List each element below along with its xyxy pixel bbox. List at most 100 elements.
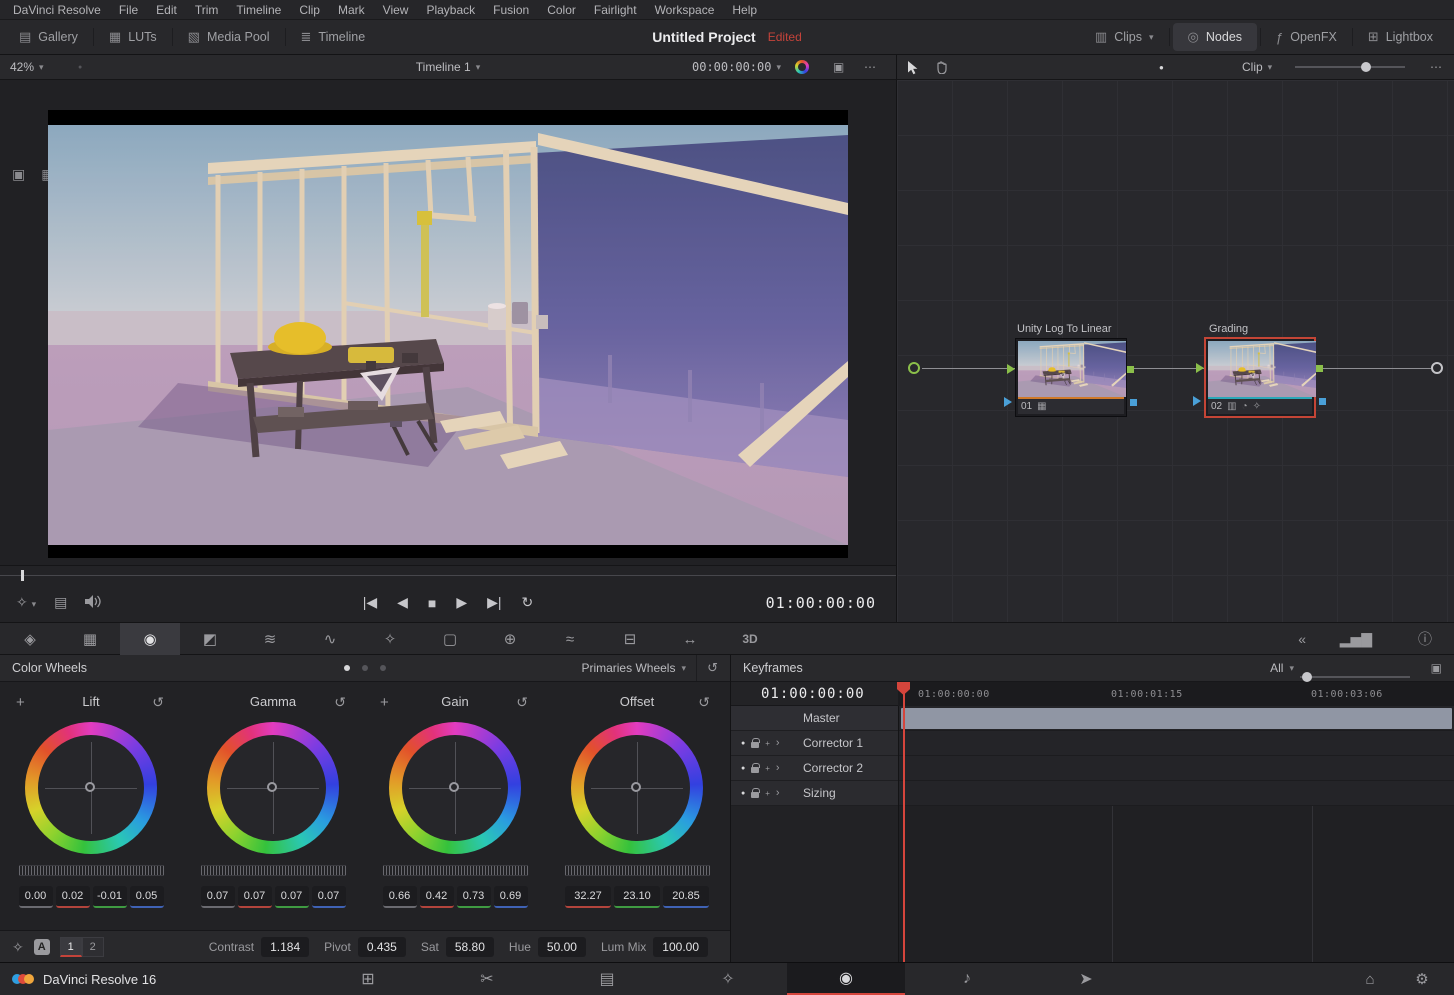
page-deliver[interactable]: ➤ <box>1058 963 1114 995</box>
luts-button[interactable]: ▦ LUTs <box>94 20 172 54</box>
slider-thumb[interactable] <box>1302 672 1312 682</box>
video-viewer[interactable] <box>48 110 848 558</box>
settings-gear-icon[interactable]: ⚙ <box>1410 963 1434 995</box>
node-graph[interactable]: Unity Log To Linear 01 ▦ Grading <box>897 80 1454 625</box>
gain-b-value[interactable]: 0.69 <box>494 886 528 908</box>
auto-balance-badge[interactable]: A <box>34 939 50 955</box>
gamma-wheel-indicator[interactable] <box>267 782 277 792</box>
chevron-right-icon[interactable]: › <box>776 787 780 799</box>
page-fusion[interactable]: ✧ <box>700 963 756 995</box>
keyframes-track-area[interactable] <box>898 706 1454 962</box>
sat-value[interactable]: 58.80 <box>446 937 494 957</box>
timeline-button[interactable]: ≣ Timeline <box>286 20 381 54</box>
page-color[interactable]: ◉ <box>787 963 905 995</box>
master-clip-bar[interactable] <box>901 708 1452 729</box>
gain-y-value[interactable]: 0.66 <box>383 886 417 908</box>
project-home-icon[interactable]: ⌂ <box>1358 963 1382 995</box>
gain-r-value[interactable]: 0.42 <box>420 886 454 908</box>
pivot-value[interactable]: 0.435 <box>358 937 406 957</box>
reset-all-icon[interactable]: ↺ <box>696 655 718 681</box>
page-cut[interactable]: ✂ <box>459 963 515 995</box>
offset-wheel-indicator[interactable] <box>631 782 641 792</box>
rgb-output-connector[interactable] <box>1316 365 1323 372</box>
menu-workspace[interactable]: Workspace <box>646 3 724 17</box>
offset-b-value[interactable]: 20.85 <box>663 886 709 908</box>
page-dots[interactable] <box>344 655 386 681</box>
key-input-connector[interactable] <box>1193 396 1201 406</box>
color-picker-icon[interactable]: ✧ ▾ <box>16 594 36 611</box>
keyframes-ruler[interactable]: 01:00:00:00 01:00:01:15 01:00:03:06 <box>898 682 1454 706</box>
keyframe-diamond-icon[interactable]: + <box>765 739 770 748</box>
lock-icon[interactable] <box>751 767 759 773</box>
menu-help[interactable]: Help <box>723 3 766 17</box>
track-row-sizing[interactable]: ● + › Sizing <box>731 781 898 806</box>
menu-color[interactable]: Color <box>538 3 585 17</box>
menu-app[interactable]: DaVinci Resolve <box>4 3 110 17</box>
node-mode-select[interactable]: Clip ▾ <box>1242 55 1272 79</box>
clips-button[interactable]: ▥ Clips ▾ <box>1080 20 1169 54</box>
lock-icon[interactable] <box>751 742 759 748</box>
play-reverse-button[interactable]: ◀ <box>397 594 408 611</box>
gain-g-value[interactable]: 0.73 <box>457 886 491 908</box>
split-screen-icon[interactable]: « <box>1298 623 1306 655</box>
corrector-node-1[interactable]: 01 ▦ <box>1015 338 1127 417</box>
corrector-2-track[interactable] <box>899 756 1454 781</box>
rgb-mixer-icon[interactable]: ◩ <box>180 623 240 655</box>
key-input-connector[interactable] <box>1004 397 1012 407</box>
contrast-value[interactable]: 1.184 <box>261 937 309 957</box>
corrector-node-2[interactable]: 02 ▥ ◔ ✧ <box>1204 337 1316 418</box>
jump-start-button[interactable]: |◀ <box>363 594 377 611</box>
viewer-options-button[interactable]: ⋯ <box>864 55 876 79</box>
cursor-tool-icon[interactable] <box>907 55 918 79</box>
enable-dot-icon[interactable]: ● <box>741 765 745 772</box>
tracker-icon[interactable]: ⊕ <box>480 623 540 655</box>
key-output-connector[interactable] <box>1319 398 1326 405</box>
source-input-node[interactable] <box>908 362 920 374</box>
keyframes-filter-select[interactable]: All ▾ <box>1270 655 1294 681</box>
lift-wheel-indicator[interactable] <box>85 782 95 792</box>
key-icon[interactable]: ⊟ <box>600 623 660 655</box>
lift-color-wheel[interactable] <box>25 722 157 854</box>
offset-g-value[interactable]: 23.10 <box>614 886 660 908</box>
wheel-page-tab-2[interactable]: 2 <box>82 937 104 957</box>
qualifier-icon[interactable]: ✧ <box>360 623 420 655</box>
rgb-output-connector[interactable] <box>1127 366 1134 373</box>
gamma-y-value[interactable]: 0.07 <box>201 886 235 908</box>
menu-fairlight[interactable]: Fairlight <box>585 3 646 17</box>
reset-gain-icon[interactable]: ↺ <box>516 694 528 711</box>
stereo-3d-icon[interactable]: 3D <box>720 623 780 655</box>
menu-file[interactable]: File <box>110 3 147 17</box>
node-zoom-dot[interactable]: ● <box>1159 55 1164 79</box>
page-fairlight[interactable]: ♪ <box>939 963 995 995</box>
reset-lift-icon[interactable]: ↺ <box>152 694 164 711</box>
lum-mix-value[interactable]: 100.00 <box>653 937 708 957</box>
keyframe-diamond-icon[interactable]: + <box>765 789 770 798</box>
power-windows-icon[interactable]: ▢ <box>420 623 480 655</box>
bypass-grades-button[interactable] <box>795 55 809 79</box>
openfx-button[interactable]: ƒ OpenFX <box>1261 20 1352 54</box>
key-output-connector[interactable] <box>1130 399 1137 406</box>
gamma-r-value[interactable]: 0.07 <box>238 886 272 908</box>
node-options-button[interactable]: ⋯ <box>1430 55 1442 79</box>
sizing-track[interactable] <box>899 781 1454 806</box>
menu-edit[interactable]: Edit <box>147 3 186 17</box>
offset-master-wheel[interactable] <box>565 865 710 876</box>
reset-offset-icon[interactable]: ↺ <box>698 694 710 711</box>
menu-trim[interactable]: Trim <box>186 3 228 17</box>
wheel-page-tab-1[interactable]: 1 <box>60 937 82 957</box>
blur-icon[interactable]: ≈ <box>540 623 600 655</box>
menu-fusion[interactable]: Fusion <box>484 3 538 17</box>
curves-icon[interactable]: ∿ <box>300 623 360 655</box>
viewer-timecode-select[interactable]: 00:00:00:00 ▾ <box>692 55 781 79</box>
lock-icon[interactable] <box>751 792 759 798</box>
viewer-scrub-bar[interactable] <box>0 565 897 583</box>
track-row-corrector-1[interactable]: ● + › Corrector 1 <box>731 731 898 756</box>
node-zoom-slider[interactable] <box>1295 55 1405 79</box>
page-media[interactable]: ⊞ <box>340 963 396 995</box>
motion-effects-icon[interactable]: ≋ <box>240 623 300 655</box>
auto-color-icon[interactable]: ✧ <box>12 939 24 956</box>
layers-icon[interactable]: ▤ <box>54 594 67 611</box>
zoom-select[interactable]: 42% ▾ <box>10 55 44 79</box>
stop-button[interactable]: ■ <box>428 595 436 611</box>
rgb-input-connector[interactable] <box>1196 363 1204 373</box>
